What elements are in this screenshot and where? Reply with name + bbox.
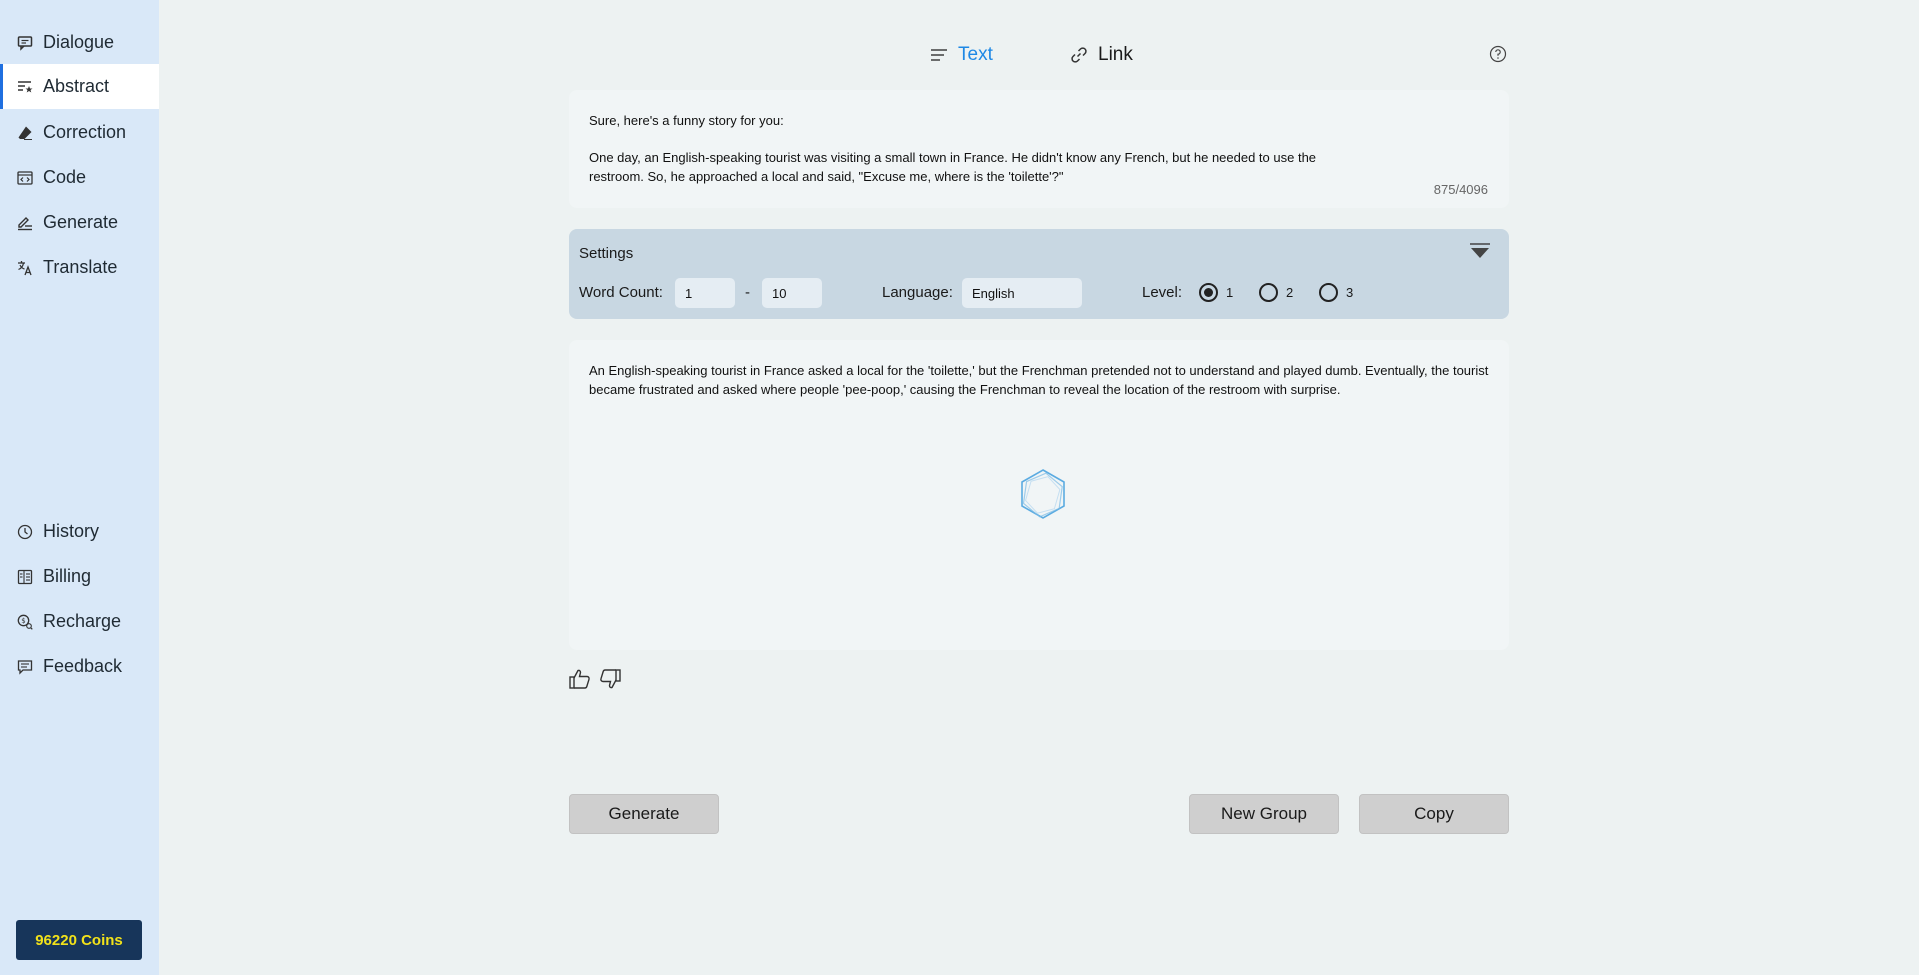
word-count-min-input[interactable] (675, 278, 735, 308)
settings-title: Settings (579, 245, 634, 262)
sidebar-item-code[interactable]: Code (0, 155, 159, 200)
output-panel: An English-speaking tourist in France as… (569, 340, 1509, 650)
radio-circle (1259, 283, 1278, 302)
tab-label: Link (1098, 44, 1133, 65)
coins-badge[interactable]: 96220 Coins (16, 920, 142, 960)
level-label: Level: (1142, 284, 1183, 301)
coin-search-icon: $ (16, 613, 34, 631)
input-panel[interactable]: Sure, here's a funny story for you: One … (569, 90, 1509, 208)
sidebar-item-history[interactable]: History (0, 509, 159, 554)
sidebar-item-generate[interactable]: Generate (0, 200, 159, 245)
clock-icon (16, 523, 34, 541)
sidebar-item-label: Feedback (43, 656, 123, 676)
radio-circle (1319, 283, 1338, 302)
sidebar-item-label: History (43, 521, 100, 541)
copy-button[interactable]: Copy (1359, 794, 1509, 834)
tab-label: Text (958, 44, 993, 65)
sidebar-item-feedback[interactable]: Feedback (0, 644, 159, 689)
collapse-toggle-icon[interactable] (1469, 241, 1491, 261)
sidebar-item-label: Billing (43, 566, 92, 586)
char-counter: 875/4096 (1433, 182, 1488, 197)
sidebar-item-label: Correction (43, 122, 127, 142)
thumbs-down-icon[interactable] (598, 667, 622, 691)
new-group-button[interactable]: New Group (1189, 794, 1339, 834)
pen-lines-icon (16, 214, 34, 232)
abstract-icon (16, 78, 34, 96)
settings-panel: Settings Word Count: - Language: Level: … (569, 229, 1509, 319)
generate-button[interactable]: Generate (569, 794, 719, 834)
input-textarea[interactable]: Sure, here's a funny story for you: One … (589, 112, 1449, 186)
sidebar-item-translate[interactable]: Translate (0, 245, 159, 290)
sidebar-item-correction[interactable]: Correction (0, 110, 159, 155)
language-label: Language: (882, 284, 953, 301)
svg-text:$: $ (21, 617, 25, 625)
output-text[interactable]: An English-speaking tourist in France as… (589, 362, 1489, 399)
chat-icon (16, 34, 34, 52)
sidebar-item-recharge[interactable]: $ Recharge (0, 599, 159, 644)
radio-dot (1204, 288, 1213, 297)
bill-icon (16, 568, 34, 586)
message-icon (16, 658, 34, 676)
eraser-icon (16, 124, 34, 142)
code-icon (16, 169, 34, 187)
sidebar-item-label: Dialogue (43, 32, 115, 52)
sidebar-item-label: Translate (43, 257, 118, 277)
word-count-label: Word Count: (579, 284, 663, 301)
level-radio-1[interactable]: 1 (1199, 283, 1233, 302)
help-icon[interactable] (1489, 45, 1507, 63)
loading-spinner-icon (1015, 466, 1071, 524)
sidebar-item-dialogue[interactable]: Dialogue (0, 20, 159, 65)
level-radio-3[interactable]: 3 (1319, 283, 1353, 302)
sidebar-item-abstract[interactable]: Abstract (0, 64, 159, 109)
sidebar-item-billing[interactable]: Billing (0, 554, 159, 599)
range-dash: - (745, 284, 750, 301)
sidebar: Dialogue Abstract Correction Code Genera… (0, 0, 159, 975)
sidebar-item-label: Code (43, 167, 87, 187)
sidebar-item-label: Generate (43, 212, 119, 232)
thumbs-up-icon[interactable] (568, 667, 592, 691)
language-select[interactable] (962, 278, 1082, 308)
radio-label: 3 (1346, 285, 1354, 300)
radio-label: 2 (1286, 285, 1294, 300)
sidebar-item-label: Abstract (43, 76, 110, 96)
radio-circle (1199, 283, 1218, 302)
tab-link[interactable]: Link (1070, 42, 1133, 68)
text-lines-icon (930, 45, 950, 65)
word-count-max-input[interactable] (762, 278, 822, 308)
tab-text[interactable]: Text (930, 42, 993, 68)
link-icon (1070, 45, 1090, 65)
level-radio-2[interactable]: 2 (1259, 283, 1293, 302)
translate-icon (16, 259, 34, 277)
sidebar-item-label: Recharge (43, 611, 122, 631)
radio-label: 1 (1226, 285, 1234, 300)
